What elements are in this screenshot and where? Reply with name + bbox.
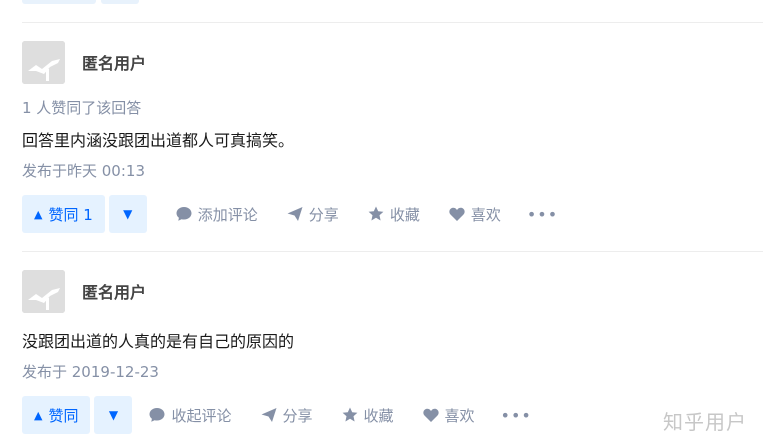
vote-up-button[interactable]: ▲ 赞同 1 xyxy=(22,195,105,233)
share-label: 分享 xyxy=(282,406,313,425)
comment-button[interactable]: 收起评论 xyxy=(148,405,232,426)
collect-label: 收藏 xyxy=(363,406,394,425)
like-label: 喜欢 xyxy=(444,406,475,425)
like-button[interactable]: 喜欢 xyxy=(422,405,475,426)
share-button[interactable]: 分享 xyxy=(260,405,313,426)
author-name[interactable]: 匿名用户 xyxy=(82,279,146,303)
divider xyxy=(22,251,763,252)
prev-vote-down-button[interactable] xyxy=(101,0,139,4)
star-icon xyxy=(367,205,385,223)
divider xyxy=(22,22,763,23)
action-bar: ▲ 赞同 1 ▼ 添加评论 分享 收藏 喜欢 ••• xyxy=(22,195,558,233)
triangle-up-icon: ▲ xyxy=(34,207,43,221)
vote-up-button[interactable]: ▲ 赞同 xyxy=(22,396,91,434)
collect-button[interactable]: 收藏 xyxy=(367,204,420,225)
prev-vote-up-button[interactable] xyxy=(22,0,96,4)
author-info: 匿名用户 xyxy=(22,269,146,313)
ellipsis-icon[interactable]: ••• xyxy=(527,205,558,224)
vote-down-button[interactable]: ▼ xyxy=(94,396,133,434)
star-icon xyxy=(341,406,359,424)
publish-time[interactable]: 发布于昨天 00:13 xyxy=(22,160,145,181)
heart-icon xyxy=(448,205,466,223)
vote-down-button[interactable]: ▼ xyxy=(108,195,147,233)
author-info: 匿名用户 xyxy=(22,40,146,84)
triangle-up-icon: ▲ xyxy=(34,408,43,422)
comment-button[interactable]: 添加评论 xyxy=(175,204,258,225)
heart-icon xyxy=(422,406,440,424)
watermark: 知乎用户 xyxy=(663,410,747,434)
like-label: 喜欢 xyxy=(470,205,501,224)
avatar[interactable] xyxy=(22,269,65,313)
comment-label: 添加评论 xyxy=(197,205,258,224)
publish-time[interactable]: 发布于 2019-12-23 xyxy=(22,361,159,382)
vote-up-label: 赞同 xyxy=(48,406,79,425)
paper-plane-icon xyxy=(286,205,304,223)
comment-label: 收起评论 xyxy=(171,406,232,425)
triangle-down-icon: ▼ xyxy=(108,408,119,422)
vote-up-label: 赞同 1 xyxy=(48,205,93,224)
answer-content: 没跟团出道的人真的是有自己的原因的 xyxy=(22,332,295,351)
speech-bubble-icon xyxy=(148,406,166,424)
speech-bubble-icon xyxy=(175,205,193,223)
like-button[interactable]: 喜欢 xyxy=(448,204,501,225)
answer-content: 回答里内涵没跟团出道都人可真搞笑。 xyxy=(22,131,295,150)
ellipsis-icon[interactable]: ••• xyxy=(501,406,532,425)
author-name[interactable]: 匿名用户 xyxy=(82,50,146,74)
paper-plane-icon xyxy=(260,406,278,424)
collect-label: 收藏 xyxy=(389,205,420,224)
voters-count[interactable]: 1 人赞同了该回答 xyxy=(22,97,141,118)
avatar[interactable] xyxy=(22,40,65,84)
collect-button[interactable]: 收藏 xyxy=(341,405,394,426)
action-bar: ▲ 赞同 ▼ 收起评论 分享 收藏 喜欢 ••• xyxy=(22,396,532,434)
triangle-down-icon: ▼ xyxy=(123,207,133,221)
share-button[interactable]: 分享 xyxy=(286,204,339,225)
share-label: 分享 xyxy=(308,205,339,224)
